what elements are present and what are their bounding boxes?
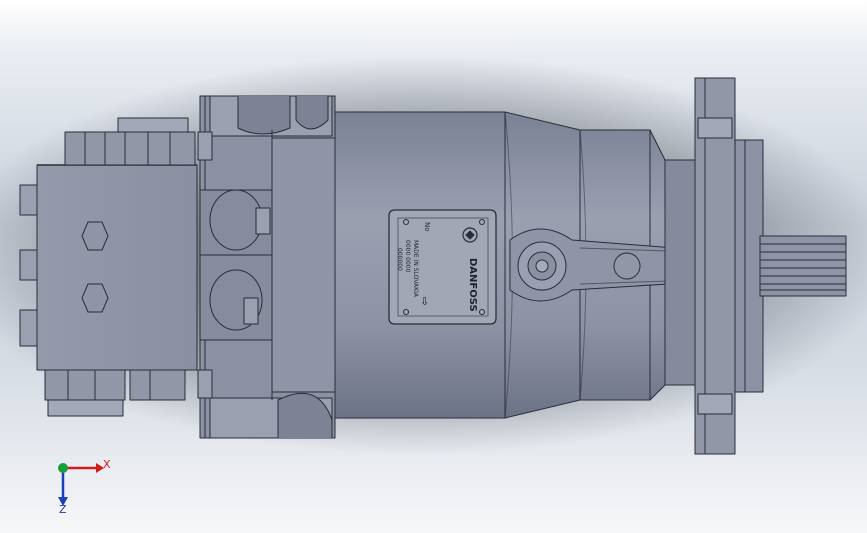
nameplate-line-1: MADE IN SLOVAKIA: [412, 240, 419, 298]
nameplate-line-3: 000000: [396, 248, 403, 271]
nameplate-arrow-icon: ⇩: [420, 295, 429, 308]
nameplate-brand: DANFOSS: [467, 258, 478, 312]
pump-3d-model[interactable]: DANFOSS No MADE IN SLOVAKIA 0000 0000 00…: [0, 0, 867, 533]
triad-z-label: Z: [59, 503, 67, 516]
nameplate-no: No: [423, 222, 431, 232]
nameplate-line-2: 0000 0000: [404, 240, 411, 273]
hex-plug-lower: [81, 283, 109, 313]
valve-block[interactable]: [36, 164, 198, 371]
hex-plug-upper: [81, 221, 109, 251]
end-cover[interactable]: [199, 95, 336, 439]
graphics-viewport[interactable]: DANFOSS No MADE IN SLOVAKIA 0000 0000 00…: [0, 0, 867, 533]
valve-side-fittings: [19, 184, 38, 347]
triad-x-label: X: [103, 458, 111, 471]
view-orientation-triad[interactable]: [58, 463, 104, 506]
triad-y-axis: [58, 463, 68, 473]
splined-shaft[interactable]: [759, 235, 847, 297]
